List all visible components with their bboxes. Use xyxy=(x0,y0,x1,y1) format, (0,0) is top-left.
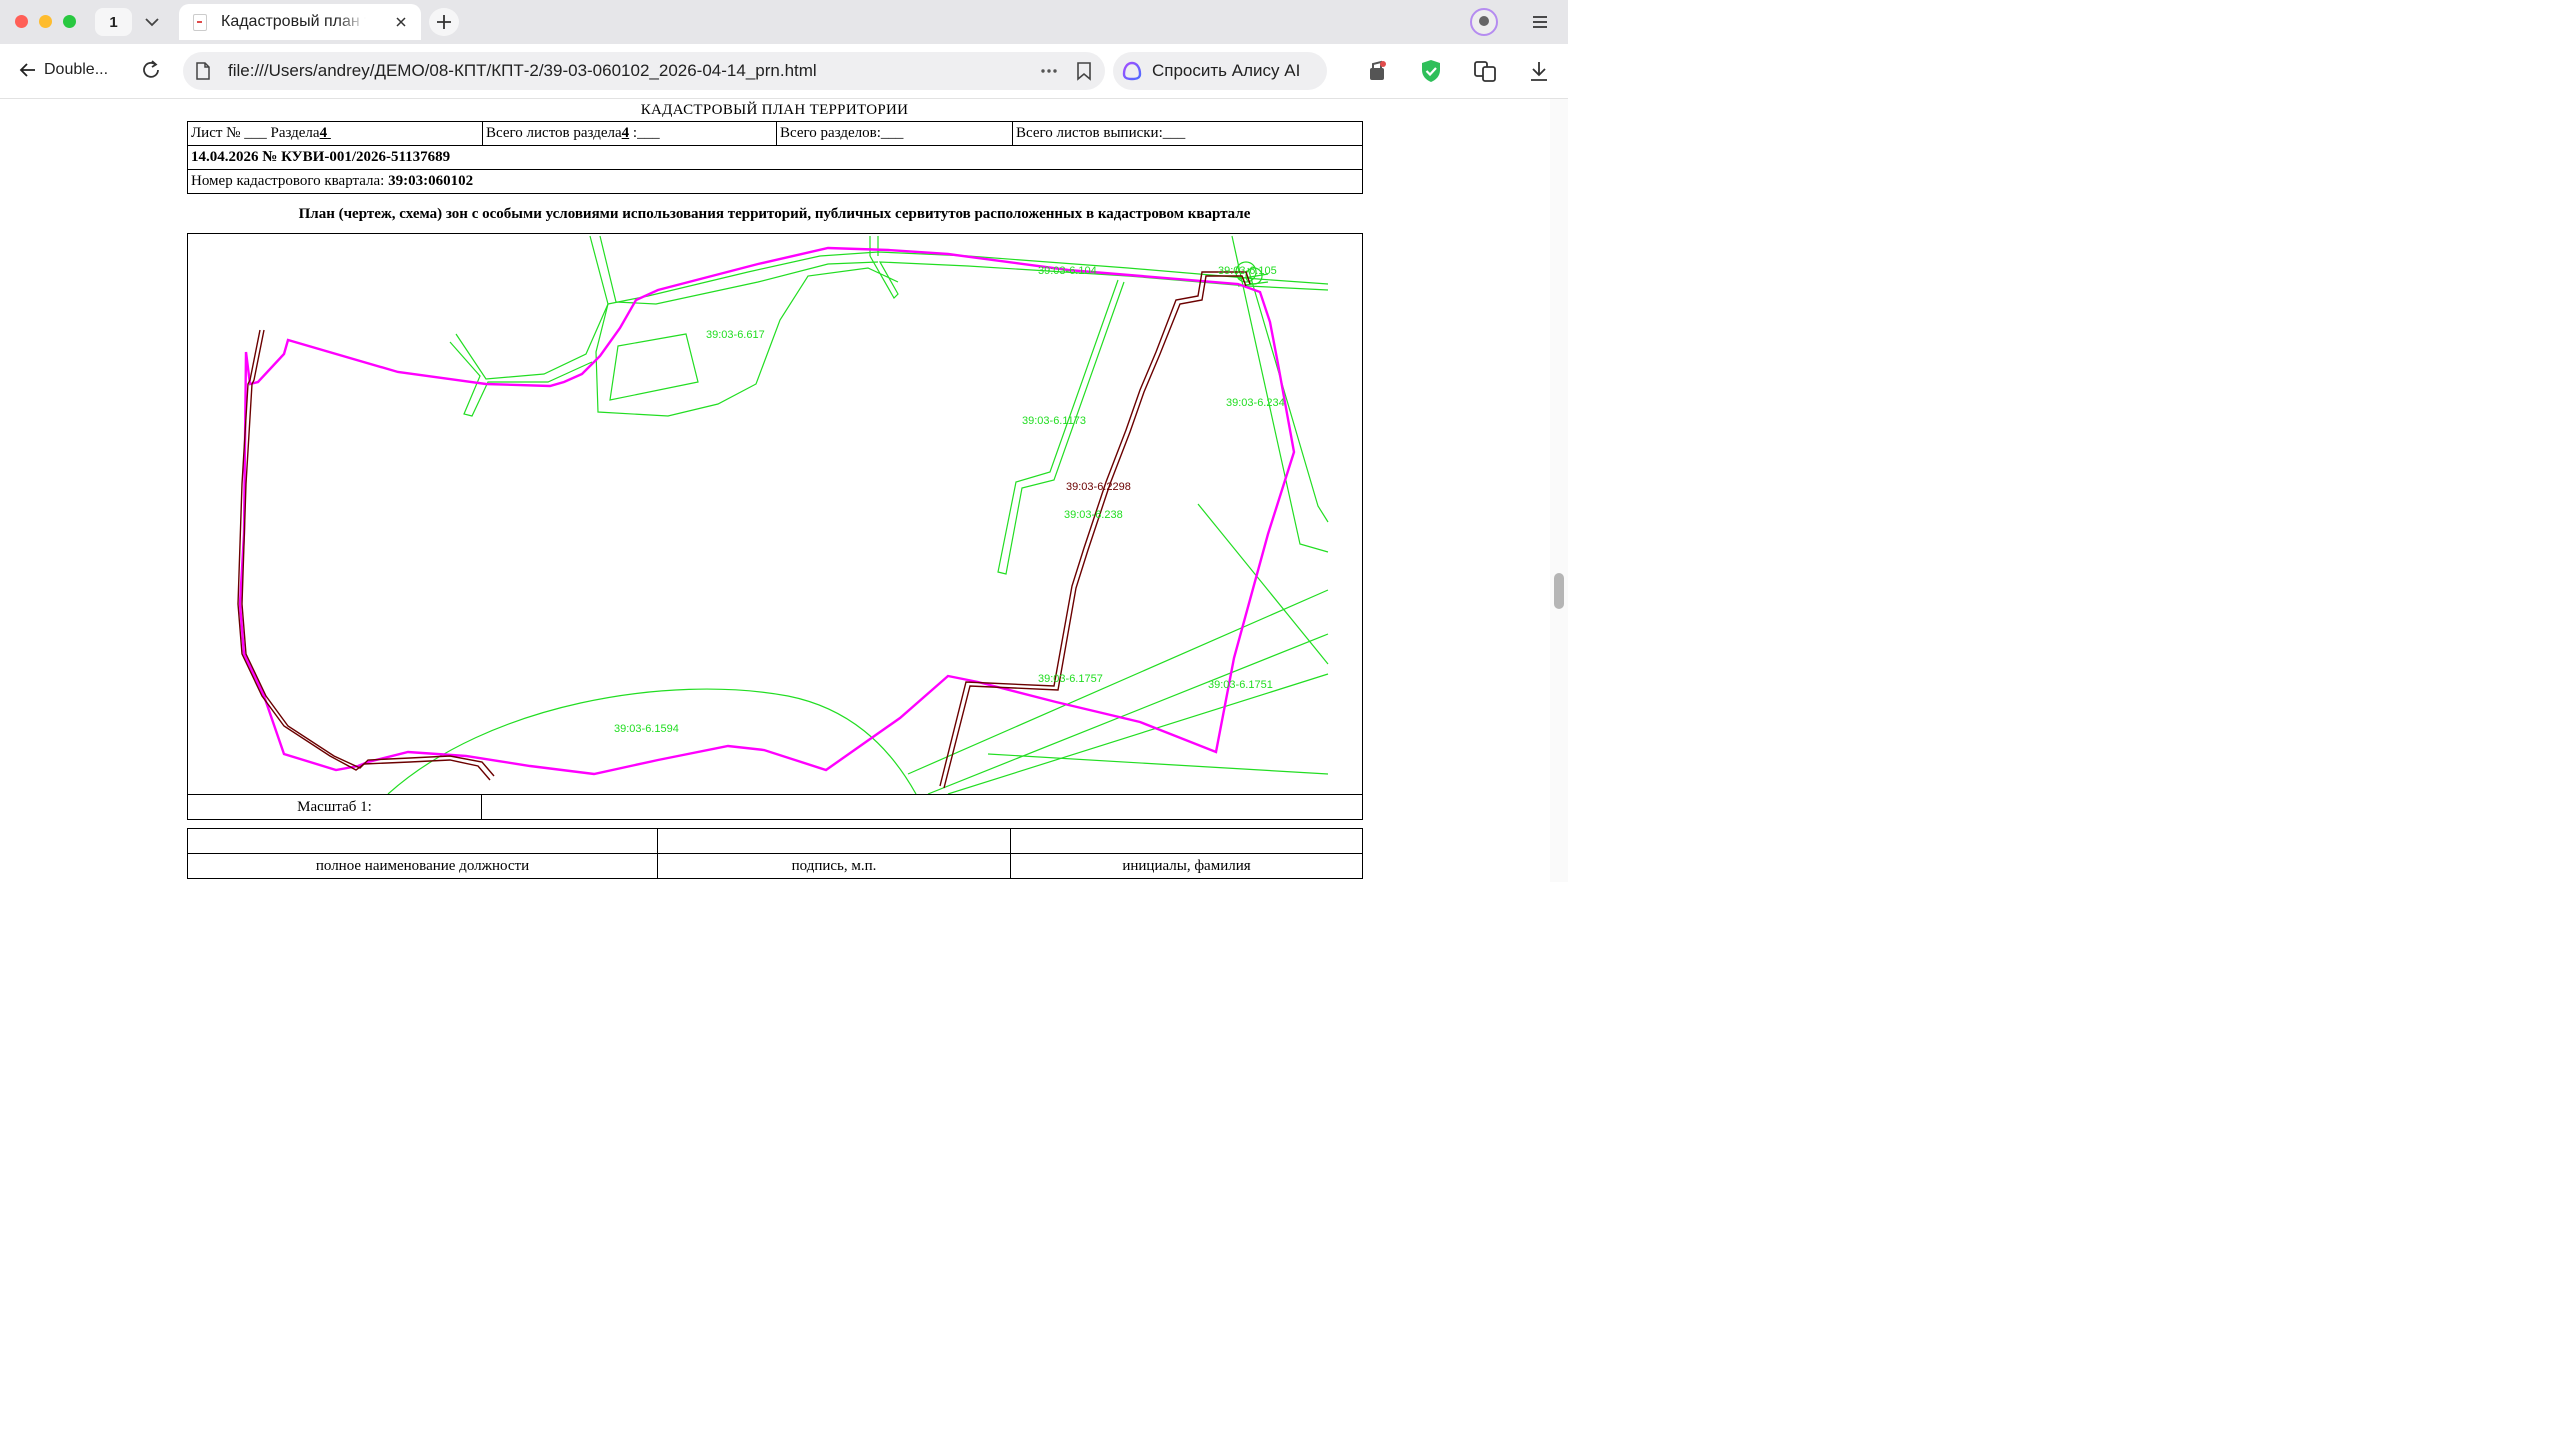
quarter-label: Номер кадастрового квартала: xyxy=(191,173,389,189)
ask-alice-label: Спросить Алису AI xyxy=(1152,61,1301,80)
ask-alice-button[interactable]: Спросить Алису AI xyxy=(1113,52,1327,90)
scale-label: Масштаб 1: xyxy=(187,794,482,820)
plus-icon[interactable] xyxy=(429,8,459,36)
quarter-value: 39:03:060102 xyxy=(388,173,474,189)
section-value: 4 xyxy=(319,125,328,141)
document-page: КАДАСТРОВЫЙ ПЛАН ТЕРРИТОРИИ Лист № ___ Р… xyxy=(0,99,1550,882)
url-text[interactable]: file:///Users/andrey/ДЕМО/08-КПТ/КПТ-2/3… xyxy=(228,61,817,81)
page-scrollbar-track[interactable] xyxy=(1550,99,1568,882)
zone-label: 39:03-6.105 xyxy=(1218,265,1277,277)
tab-bar: 1 Кадастровый план территории xyxy=(0,0,1568,44)
quarter-number-cell: Номер кадастрового квартала: 39:03:06010… xyxy=(187,169,1363,194)
zone-label: 39:03-6.238 xyxy=(1064,509,1123,521)
total-sections-label: Всего разделов: xyxy=(780,125,881,141)
sheet-label: Лист № xyxy=(191,125,245,141)
scale-table: Масштаб 1: xyxy=(187,794,1363,820)
map-drawing: 39:03-6.617 39:03-6.104 39:03-6.105 39:0… xyxy=(237,235,1329,794)
window-minimize-button[interactable] xyxy=(39,15,52,28)
plan-heading: План (чертеж, схема) зон с особыми услов… xyxy=(298,206,1251,222)
total-sections-cell: Всего разделов:___ xyxy=(776,121,1013,146)
address-bar[interactable]: file:///Users/andrey/ДЕМО/08-КПТ/КПТ-2/3… xyxy=(183,52,1105,90)
zone-boundaries xyxy=(387,235,1329,794)
total-sections-blank: ___ xyxy=(880,125,904,141)
signature-table: полное наименование должности подпись, м… xyxy=(187,828,1363,879)
document-title: КАДАСТРОВЫЙ ПЛАН ТЕРРИТОРИИ xyxy=(640,102,909,118)
close-icon[interactable] xyxy=(394,15,408,29)
name-field xyxy=(1010,828,1363,854)
tab-count-button[interactable]: 1 xyxy=(95,8,132,36)
quarter-boundary xyxy=(238,246,1296,776)
download-icon[interactable] xyxy=(1526,58,1552,84)
zone-label: 39:03-6.617 xyxy=(706,329,765,341)
total-sheets-section-label: Всего листов раздела xyxy=(486,125,622,141)
total-sheets-section-blank: ___ xyxy=(637,125,660,141)
avatar[interactable] xyxy=(1470,8,1498,36)
document-favicon-icon xyxy=(193,14,207,31)
name-caption: инициалы, фамилия xyxy=(1010,853,1363,879)
back-arrow-icon xyxy=(19,63,35,77)
alice-icon xyxy=(1122,61,1142,81)
reload-icon[interactable] xyxy=(140,59,162,81)
servitude-label: 39:03-6.2298 xyxy=(1066,481,1131,493)
file-icon xyxy=(196,62,210,80)
window-maximize-button[interactable] xyxy=(63,15,76,28)
total-sheets-section-sep: : xyxy=(629,125,638,141)
zone-label: 39:03-6.1757 xyxy=(1038,673,1103,685)
scale-value xyxy=(481,794,1363,820)
back-button-label: Double... xyxy=(44,61,109,78)
total-sheets-extract-label: Всего листов выписки: xyxy=(1016,125,1163,141)
servitude-lines xyxy=(237,271,1251,789)
more-icon[interactable] xyxy=(1039,61,1059,81)
navigation-toolbar: Double... file:///Users/andrey/ДЕМО/08-К… xyxy=(0,44,1568,99)
shield-icon[interactable] xyxy=(1418,58,1444,84)
page-scrollbar-thumb[interactable] xyxy=(1554,573,1564,609)
date-number: 14.04.2026 № КУВИ-001/2026-51137689 xyxy=(187,145,1363,170)
chevron-down-icon[interactable] xyxy=(141,12,163,32)
active-tab[interactable]: Кадастровый план территории xyxy=(179,4,421,40)
total-sheets-section-cell: Всего листов раздела4 :___ xyxy=(482,121,777,146)
header-table: Лист № ___ Раздела4 Всего листов раздела… xyxy=(187,121,1363,194)
back-button[interactable]: Double... xyxy=(18,60,108,80)
bookmark-icon[interactable] xyxy=(1075,61,1093,81)
sheet-blank: ___ xyxy=(244,125,267,141)
zone-label: 39:03-6.104 xyxy=(1038,265,1097,277)
position-field xyxy=(187,828,658,854)
cadastral-map: 39:03-6.617 39:03-6.104 39:03-6.105 39:0… xyxy=(187,233,1363,795)
tab-title: Кадастровый план территории xyxy=(221,13,366,30)
window-close-button[interactable] xyxy=(15,15,28,28)
zone-label: 39:03-6.234 xyxy=(1226,397,1285,409)
total-sheets-extract-blank: ___ xyxy=(1162,125,1186,141)
total-sheets-extract-cell: Всего листов выписки:___ xyxy=(1012,121,1363,146)
zone-label: 39:03-6.1751 xyxy=(1208,679,1273,691)
sign-field xyxy=(657,828,1011,854)
position-caption: полное наименование должности xyxy=(187,853,658,879)
extension-icon[interactable] xyxy=(1364,58,1390,84)
menu-icon[interactable] xyxy=(1530,12,1550,32)
sign-caption: подпись, м.п. xyxy=(657,853,1011,879)
section-label: Раздела xyxy=(266,125,320,141)
zone-label: 39:03-6.1594 xyxy=(614,723,679,735)
zone-label: 39:03-6.1173 xyxy=(1022,415,1086,427)
translate-icon[interactable] xyxy=(1472,58,1498,84)
zone-labels: 39:03-6.617 39:03-6.104 39:03-6.105 39:0… xyxy=(614,265,1285,735)
sheet-number-cell: Лист № ___ Раздела4 xyxy=(187,121,483,146)
